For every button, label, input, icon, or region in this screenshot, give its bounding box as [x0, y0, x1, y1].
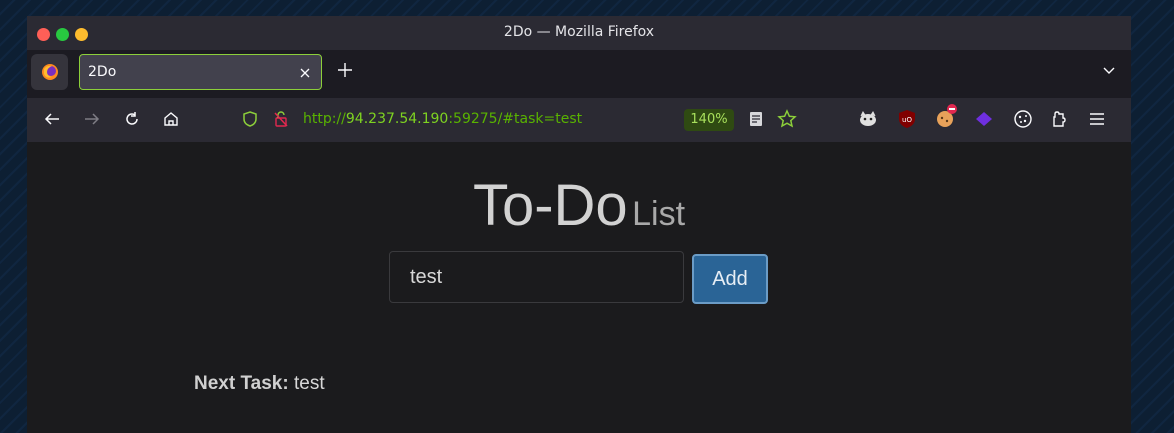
back-arrow-icon — [44, 113, 59, 125]
navigation-bar: http://94.237.54.190:59275/#task=test 14… — [27, 98, 1131, 142]
firefox-icon — [41, 64, 58, 80]
home-button[interactable] — [162, 110, 180, 132]
cookie-editor-button[interactable] — [1013, 109, 1033, 133]
star-icon — [777, 109, 797, 128]
reload-button[interactable] — [123, 110, 141, 132]
next-task: Next Task: test — [194, 373, 325, 395]
extension-cookie-face-button[interactable] — [935, 103, 959, 133]
page-title: To-Do List — [27, 172, 1131, 239]
application-menu-button[interactable] — [1089, 111, 1105, 131]
extension-diamond-icon — [976, 112, 992, 126]
task-input[interactable] — [389, 251, 684, 303]
title-bar: 2Do — Mozilla Firefox — [27, 16, 1131, 50]
back-button[interactable] — [43, 110, 61, 132]
url-bar[interactable]: http://94.237.54.190:59275/#task=test — [303, 111, 582, 127]
zoom-reset-button[interactable]: 140% — [684, 109, 734, 131]
bookmark-button[interactable] — [777, 109, 797, 133]
home-icon — [164, 112, 178, 126]
new-tab-button[interactable] — [337, 62, 353, 82]
url-path: :59275/#task=test — [448, 111, 583, 127]
ublock-button[interactable]: uO — [898, 109, 916, 133]
reader-view-icon — [750, 112, 762, 126]
browser-window: 2Do — Mozilla Firefox 2Do http://94.237.… — [27, 16, 1131, 433]
plus-icon — [338, 63, 352, 77]
extension-cat-icon — [860, 111, 876, 126]
page-title-main: To-Do — [472, 173, 628, 238]
shield-icon — [243, 111, 257, 127]
list-all-tabs-button[interactable] — [1101, 62, 1117, 82]
extensions-button[interactable] — [1051, 109, 1071, 133]
reload-icon — [126, 112, 138, 125]
insecure-lock-icon — [274, 111, 288, 127]
tracking-protection-button[interactable] — [241, 110, 259, 132]
add-button[interactable]: Add — [692, 254, 768, 304]
ublock-icon: uO — [899, 110, 915, 128]
window-title: 2Do — Mozilla Firefox — [503, 24, 655, 40]
chevron-down-icon — [1103, 67, 1115, 74]
tab-label: 2Do — [88, 64, 117, 80]
cookie-icon — [1014, 110, 1032, 128]
page-title-sub: List — [632, 195, 686, 233]
page-content: To-Do List Add Next Task: test — [27, 142, 1131, 433]
extension-diamond-button[interactable] — [975, 111, 993, 131]
url-scheme: http:// — [303, 111, 346, 127]
extension-cat-button[interactable] — [858, 109, 878, 133]
reader-view-button[interactable] — [747, 110, 765, 132]
site-info-button[interactable] — [272, 110, 290, 132]
next-task-label: Next Task: — [194, 373, 289, 394]
firefox-view-button[interactable] — [31, 54, 68, 90]
next-task-value: test — [293, 373, 325, 394]
url-host: 94.237.54.190 — [345, 111, 449, 127]
extension-cookie-face-icon — [937, 104, 957, 127]
tab-bar: 2Do — [27, 50, 1131, 98]
forward-arrow-icon — [85, 113, 100, 125]
menu-icon — [1090, 113, 1104, 125]
svg-text:uO: uO — [902, 116, 912, 124]
close-tab-icon[interactable] — [299, 62, 311, 83]
tab-2do[interactable]: 2Do — [79, 54, 322, 90]
extensions-icon — [1053, 111, 1066, 127]
forward-button[interactable] — [83, 110, 101, 132]
